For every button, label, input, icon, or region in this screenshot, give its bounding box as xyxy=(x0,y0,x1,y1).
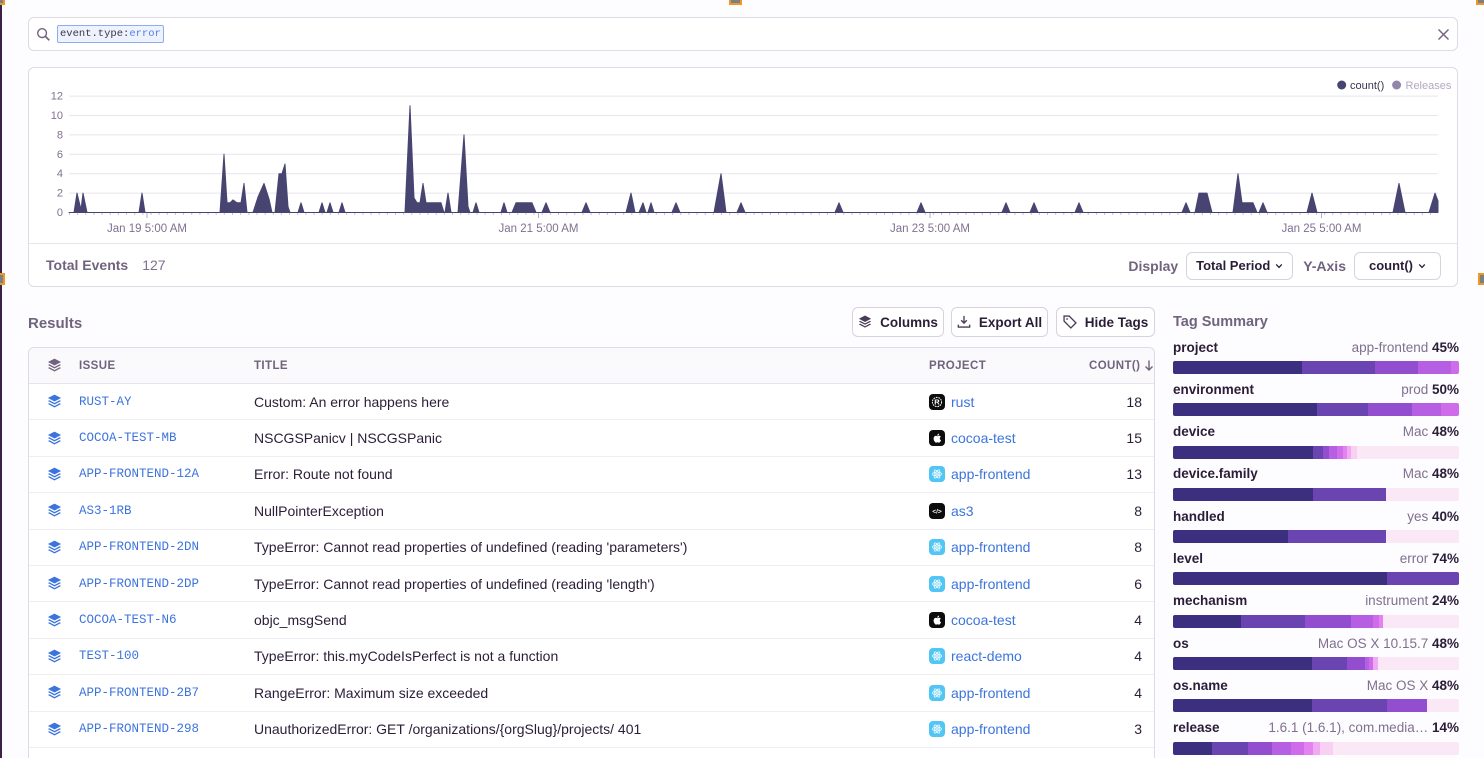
svg-text:6: 6 xyxy=(57,149,63,161)
svg-text:10: 10 xyxy=(51,110,63,122)
svg-text:R: R xyxy=(934,397,940,406)
svg-text:8: 8 xyxy=(57,129,63,141)
svg-text:Jan 23 5:00 AM: Jan 23 5:00 AM xyxy=(890,223,970,235)
svg-text:0: 0 xyxy=(57,207,63,219)
svg-text:Releases: Releases xyxy=(1406,80,1452,92)
svg-text:12: 12 xyxy=(51,91,63,103)
svg-text:count(): count() xyxy=(1350,80,1384,92)
svg-text:Jan 25 5:00 AM: Jan 25 5:00 AM xyxy=(1282,223,1362,235)
svg-text:4: 4 xyxy=(57,168,63,180)
svg-text:Jan 21 5:00 AM: Jan 21 5:00 AM xyxy=(499,223,579,235)
svg-text:</>: </> xyxy=(932,508,942,515)
svg-text:Jan 19 5:00 AM: Jan 19 5:00 AM xyxy=(107,223,187,235)
svg-text:2: 2 xyxy=(57,188,63,200)
